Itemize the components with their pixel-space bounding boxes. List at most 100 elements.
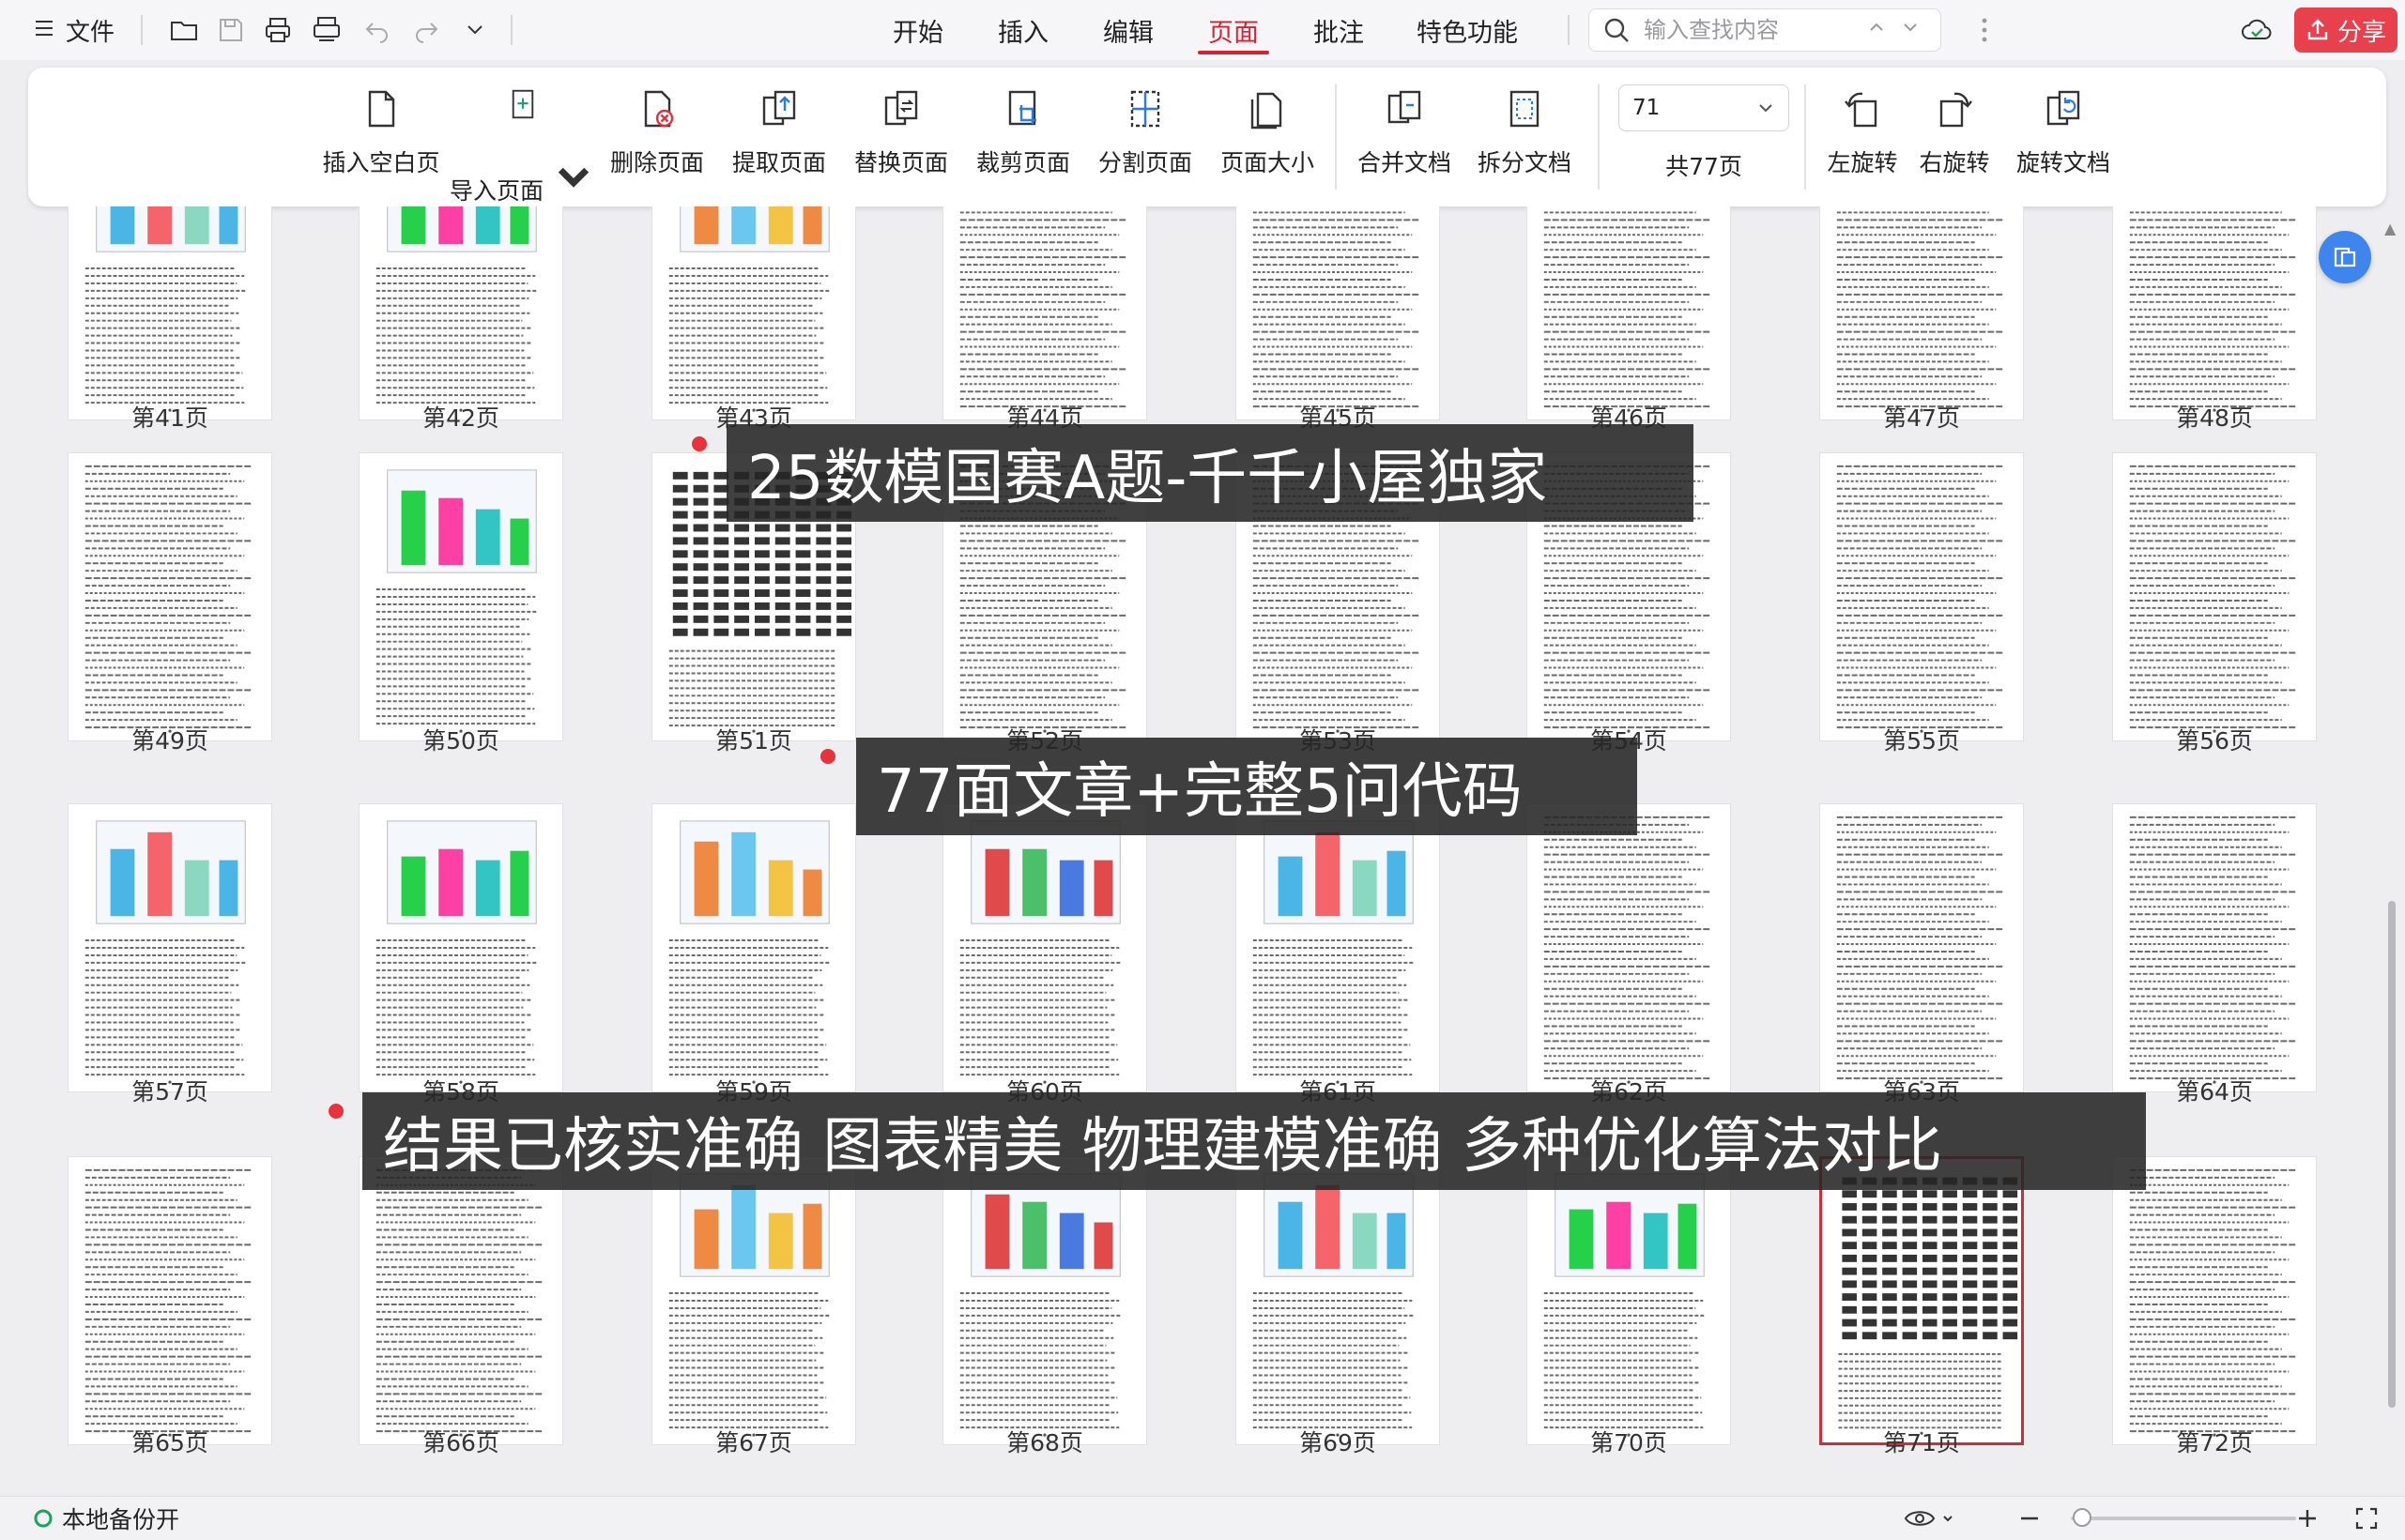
file-menu-label: 文件 xyxy=(66,18,115,47)
print-button[interactable] xyxy=(259,0,297,60)
tab-annotate[interactable]: 批注 xyxy=(1303,0,1374,60)
page-size-button[interactable]: 页面大小 xyxy=(1207,68,1327,206)
local-backup-toggle[interactable]: 本地备份开 xyxy=(34,1497,179,1540)
divider xyxy=(1335,84,1337,190)
page-thumbnail[interactable] xyxy=(1235,206,1440,420)
print-preview-button[interactable] xyxy=(308,0,345,60)
undo-button[interactable] xyxy=(359,0,396,60)
replace-page-button[interactable]: 替换页面 xyxy=(841,68,961,206)
open-folder-button[interactable] xyxy=(165,0,203,60)
split-page-button[interactable]: 分割页面 xyxy=(1085,68,1205,206)
zoom-out-button[interactable] xyxy=(2018,1497,2041,1540)
page-thumbnail[interactable] xyxy=(1235,803,1440,1092)
button-label: 拆分文档 xyxy=(1477,149,1571,176)
redo-button[interactable] xyxy=(407,0,445,60)
page-thumbnail[interactable] xyxy=(2112,803,2317,1092)
save-button[interactable] xyxy=(212,0,250,60)
zoom-slider-handle[interactable] xyxy=(2073,1508,2091,1527)
tab-insert[interactable]: 插入 xyxy=(988,0,1059,60)
page-thumbnail[interactable] xyxy=(359,1156,563,1445)
page-number-label: 第55页 xyxy=(1883,727,1960,755)
page-thumbnail[interactable] xyxy=(2112,1156,2317,1445)
page-preview xyxy=(375,1168,543,1437)
undo-icon xyxy=(365,23,388,43)
eye-icon xyxy=(1904,1511,1936,1526)
more-options-button[interactable] xyxy=(1968,0,2001,60)
page-thumbnail[interactable] xyxy=(942,1156,1147,1445)
page-number-label: 第56页 xyxy=(2176,727,2253,755)
page-number-label: 第68页 xyxy=(1006,1429,1083,1456)
file-menu-button[interactable]: 文件 xyxy=(34,0,115,60)
tab-start[interactable]: 开始 xyxy=(882,0,954,60)
page-thumbnail[interactable] xyxy=(1526,803,1731,1092)
page-thumbnail[interactable] xyxy=(1819,452,2024,741)
extract-page-button[interactable]: 提取页面 xyxy=(719,68,839,206)
plus-icon xyxy=(2299,1510,2316,1527)
page-preview xyxy=(375,820,537,1084)
page-number-label: 第48页 xyxy=(2176,404,2253,432)
minus-icon xyxy=(2021,1517,2038,1520)
page-thumbnail[interactable] xyxy=(942,803,1147,1092)
button-label: 替换页面 xyxy=(853,149,948,176)
fullscreen-button[interactable] xyxy=(2354,1497,2379,1540)
total-pages-label: 共77页 xyxy=(1665,153,1742,180)
share-button[interactable]: 分享 xyxy=(2294,8,2397,53)
zoom-slider[interactable] xyxy=(2071,1517,2296,1520)
more-vertical-icon xyxy=(1982,18,1987,42)
crop-page-button[interactable]: 裁剪页面 xyxy=(963,68,1083,206)
view-mode-button[interactable] xyxy=(1904,1497,1954,1540)
page-thumbnail[interactable] xyxy=(942,206,1147,420)
page-thumbnail[interactable] xyxy=(1819,206,2024,420)
scrollbar-thumb[interactable] xyxy=(2388,901,2396,1408)
rotate-left-button[interactable]: 左旋转 xyxy=(1812,68,1913,206)
page-thumbnail[interactable] xyxy=(1526,1156,1731,1445)
zoom-in-button[interactable] xyxy=(2296,1497,2319,1540)
delete-page-icon xyxy=(644,90,674,128)
tab-edit[interactable]: 编辑 xyxy=(1093,0,1164,60)
page-ribbon-toolbar: 插入空白页 导入页面 删除页面 提取页面 替换页面 裁剪页面 分割页面 页面大小… xyxy=(28,68,2386,206)
page-thumbnail[interactable] xyxy=(359,452,563,741)
tab-special-features[interactable]: 特色功能 xyxy=(1410,0,1524,60)
page-thumbnail[interactable] xyxy=(2112,206,2317,420)
split-document-button[interactable]: 拆分文档 xyxy=(1464,68,1585,206)
floating-tool-button[interactable] xyxy=(2319,231,2371,283)
page-thumbnail[interactable] xyxy=(68,452,272,741)
page-number-select[interactable]: 71 xyxy=(1618,84,1789,131)
import-page-button[interactable]: 导入页面 xyxy=(450,68,590,206)
divider xyxy=(141,15,143,45)
button-label: 分割页面 xyxy=(1097,149,1192,176)
page-number-label: 第69页 xyxy=(1299,1429,1376,1456)
page-thumbnail-grid[interactable]: 第41页 第42页 第43页 第44页 第45页 第46页 第47页 第48页 第49页 第… xyxy=(0,206,2405,1494)
caption-overlay-3: 结果已核实准确 图表精美 物理建模准确 多种优化算法对比 xyxy=(362,1092,2146,1190)
divider xyxy=(1598,84,1600,190)
search-input[interactable] xyxy=(1642,16,1852,44)
rotate-document-button[interactable]: 旋转文档 xyxy=(2003,68,2123,206)
page-thumbnail[interactable] xyxy=(2112,452,2317,741)
page-thumbnail[interactable] xyxy=(1526,206,1731,420)
button-label: 左旋转 xyxy=(1827,149,1898,176)
search-prev-icon[interactable] xyxy=(1867,18,1886,42)
page-thumbnail[interactable] xyxy=(68,803,272,1092)
quick-access-more-button[interactable] xyxy=(456,0,494,60)
page-thumbnail[interactable] xyxy=(359,803,563,1092)
page-thumbnail[interactable] xyxy=(651,803,856,1092)
page-thumbnail[interactable] xyxy=(651,1156,856,1445)
search-box[interactable] xyxy=(1588,8,1941,52)
tab-page[interactable]: 页面 xyxy=(1198,0,1269,60)
page-preview xyxy=(959,1173,1121,1437)
page-thumbnail[interactable] xyxy=(1819,803,2024,1092)
search-next-icon[interactable] xyxy=(1901,18,1920,42)
cloud-sync-button[interactable] xyxy=(2238,0,2275,60)
page-thumbnail[interactable] xyxy=(1235,1156,1440,1445)
merge-document-button[interactable]: 合并文档 xyxy=(1344,68,1464,206)
insert-blank-page-button[interactable]: 插入空白页 xyxy=(310,68,452,206)
page-thumbnail[interactable] xyxy=(359,206,563,420)
page-preview xyxy=(1252,1173,1414,1437)
button-label: 页面大小 xyxy=(1219,149,1314,176)
page-thumbnail[interactable] xyxy=(651,206,856,420)
page-thumbnail[interactable] xyxy=(68,206,272,420)
page-thumbnail[interactable] xyxy=(1819,1156,2024,1445)
delete-page-button[interactable]: 删除页面 xyxy=(597,68,717,206)
rotate-right-button[interactable]: 右旋转 xyxy=(1904,68,2005,206)
page-thumbnail[interactable] xyxy=(68,1156,272,1445)
